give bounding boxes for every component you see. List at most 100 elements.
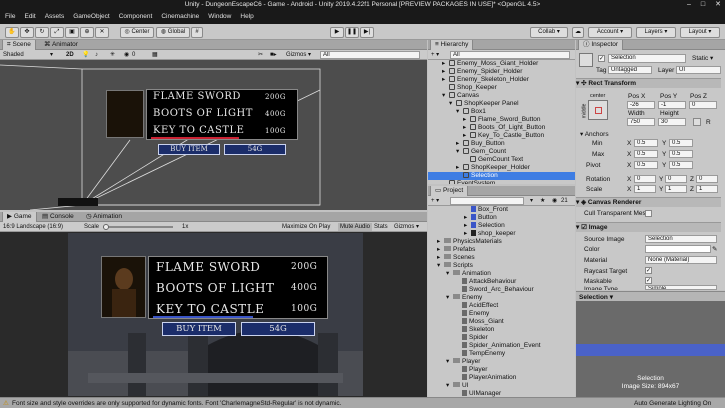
hierarchy-item[interactable]: Shop_Keeper xyxy=(428,84,575,92)
expand-arrow-closed-icon[interactable]: ▸ xyxy=(463,116,470,124)
rotation-x-field[interactable]: 0 xyxy=(634,175,656,183)
layers-button[interactable]: Layers ▾ xyxy=(636,27,676,38)
menu-gameobject[interactable]: GameObject xyxy=(73,10,110,24)
project-item[interactable]: Enemy xyxy=(428,310,575,318)
expand-arrow-open-icon[interactable]: ▾ xyxy=(446,358,453,366)
raycast-target-checkbox[interactable]: ✓ xyxy=(645,267,652,274)
project-item[interactable]: Sword_Arc_Behaviour xyxy=(428,286,575,294)
status-message[interactable]: Font size and style overrides are only s… xyxy=(12,400,341,407)
shading-dropdown[interactable]: Shaded xyxy=(3,51,24,59)
expand-arrow-closed-icon[interactable]: ▸ xyxy=(442,60,449,68)
hierarchy-item[interactable]: ▾ Box1 xyxy=(428,108,575,116)
expand-arrow-closed-icon[interactable]: ▸ xyxy=(442,76,449,84)
max-y-field[interactable]: 0.5 xyxy=(669,150,693,158)
account-button[interactable]: Account ▾ xyxy=(588,27,632,38)
lighting-icon[interactable]: 💡 xyxy=(82,51,89,59)
rect-tool-icon[interactable]: ▣ xyxy=(65,27,79,38)
tab-hierarchy[interactable]: ≡ Hierarchy xyxy=(430,40,474,50)
expand-arrow-closed-icon[interactable]: ▸ xyxy=(464,222,471,230)
static-dropdown[interactable]: Static ▾ xyxy=(692,54,713,62)
item-key-to-castle[interactable]: KEY TO CASTLE xyxy=(156,302,264,316)
hierarchy-create-button[interactable]: + ▾ xyxy=(431,51,439,59)
audio-icon[interactable]: ♪ xyxy=(95,51,98,59)
maximize-on-play-toggle[interactable]: Maximize On Play xyxy=(282,223,330,231)
height-field[interactable]: 30 xyxy=(658,118,686,126)
tab-game[interactable]: ▶ Game xyxy=(2,212,37,222)
hierarchy-item[interactable]: ▸ Key_To_Castle_Button xyxy=(428,132,575,140)
menu-cinemachine[interactable]: Cinemachine xyxy=(161,10,199,24)
grid-icon[interactable]: ▦ xyxy=(152,51,158,59)
rotation-z-field[interactable]: 0 xyxy=(696,175,718,183)
project-item[interactable]: ▸ Scenes xyxy=(428,254,575,262)
pivot-x-field[interactable]: 0.5 xyxy=(634,161,658,169)
favorite-icon[interactable]: ★ xyxy=(540,197,545,205)
grid-snap-icon[interactable]: # xyxy=(191,27,203,38)
pivot-center-toggle[interactable]: ◎ Center xyxy=(120,27,154,38)
project-create-button[interactable]: + ▾ xyxy=(431,197,439,205)
menu-window[interactable]: Window xyxy=(208,10,231,24)
hierarchy-item[interactable]: ▸ ShopKeeper_Holder xyxy=(428,164,575,172)
menu-edit[interactable]: Edit xyxy=(24,10,35,24)
tab-animator[interactable]: ⌘ Animator xyxy=(40,40,82,50)
color-swatch[interactable] xyxy=(645,245,711,253)
maskable-checkbox[interactable]: ✓ xyxy=(645,277,652,284)
hierarchy-item[interactable]: ▸ Flame_Sword_Button xyxy=(428,116,575,124)
project-item[interactable]: ▸ PhysicsMaterials xyxy=(428,238,575,246)
project-item[interactable]: TempEnemy xyxy=(428,350,575,358)
hierarchy-item[interactable]: ▾ ShopKeeper Panel xyxy=(428,100,575,108)
hierarchy-item[interactable]: EventSystem xyxy=(428,180,575,184)
project-item[interactable]: ▸ Prefabs xyxy=(428,246,575,254)
rotate-tool-icon[interactable]: ↻ xyxy=(35,27,49,38)
hierarchy-item[interactable]: ▸ Enemy_Moss_Giant_Holder xyxy=(428,60,575,68)
image-type-dropdown[interactable]: Simple xyxy=(645,285,717,290)
tab-scene[interactable]: ⌗ Scene xyxy=(2,40,36,50)
transform-tool-icon[interactable]: ⊕ xyxy=(80,27,94,38)
project-item[interactable]: ▾ Enemy xyxy=(428,294,575,302)
pos-z-field[interactable]: 0 xyxy=(689,101,717,109)
rotation-y-field[interactable]: 0 xyxy=(665,175,687,183)
project-item[interactable]: Spider xyxy=(428,334,575,342)
hierarchy-item[interactable]: GemCount Text xyxy=(428,156,575,164)
game-gizmos-dropdown[interactable]: Gizmos ▾ xyxy=(394,223,419,231)
eyedropper-icon[interactable]: ✎ xyxy=(712,245,717,253)
stats-toggle[interactable]: Stats xyxy=(374,223,388,231)
scene-viewport[interactable]: FLAME SWORD 200G BOOTS OF LIGHT 400G KEY… xyxy=(0,60,427,210)
menu-help[interactable]: Help xyxy=(240,10,253,24)
min-x-field[interactable]: 0.5 xyxy=(634,139,658,147)
expand-arrow-closed-icon[interactable]: ▸ xyxy=(464,214,471,222)
blueprint-mode-icon[interactable] xyxy=(693,118,701,126)
project-item[interactable]: AcidEffect xyxy=(428,302,575,310)
cull-transparent-checkbox[interactable] xyxy=(645,210,652,217)
global-toggle[interactable]: ◍ Global xyxy=(156,27,190,38)
project-search-input[interactable] xyxy=(450,197,524,205)
close-button[interactable]: ✕ xyxy=(712,0,724,10)
expand-arrow-open-icon[interactable]: ▾ xyxy=(442,92,449,100)
preview-dropdown[interactable]: Selection ▾ xyxy=(579,293,613,301)
custom-tool-icon[interactable]: ✕ xyxy=(95,27,109,38)
expand-arrow-closed-icon[interactable]: ▸ xyxy=(437,246,444,254)
pivot-y-field[interactable]: 0.5 xyxy=(669,161,693,169)
scene-gizmos-dropdown[interactable]: Gizmos ▾ xyxy=(286,51,311,59)
raw-edit-button[interactable]: R xyxy=(706,119,711,126)
collab-button[interactable]: Collab ▾ xyxy=(530,27,568,38)
anchor-presets-icon[interactable] xyxy=(588,100,608,120)
layer-dropdown[interactable]: UI xyxy=(676,66,721,74)
min-y-field[interactable]: 0.5 xyxy=(669,139,693,147)
expand-arrow-open-icon[interactable]: ▾ xyxy=(446,270,453,278)
project-item[interactable]: ▸ shop_keeper xyxy=(428,230,575,238)
expand-arrow-open-icon[interactable]: ▾ xyxy=(456,108,463,116)
source-image-field[interactable]: Selection xyxy=(645,235,717,243)
menu-assets[interactable]: Assets xyxy=(45,10,65,24)
item-flame-sword[interactable]: FLAME SWORD xyxy=(156,260,260,274)
project-item[interactable]: ▾ UI xyxy=(428,382,575,390)
auto-lighting-status[interactable]: Auto Generate Lighting On xyxy=(634,400,711,407)
hidden-packages-icon[interactable]: ◉ xyxy=(552,197,557,205)
tag-dropdown[interactable]: Untagged xyxy=(608,66,652,74)
tab-project[interactable]: ▭ Project xyxy=(430,186,469,196)
move-tool-icon[interactable]: ✥ xyxy=(20,27,34,38)
project-item[interactable]: ▸ Button xyxy=(428,214,575,222)
project-item[interactable]: AttackBehaviour xyxy=(428,278,575,286)
buy-item-button[interactable]: BUY ITEM xyxy=(162,322,236,336)
scale-slider[interactable] xyxy=(103,226,173,228)
expand-arrow-closed-icon[interactable]: ▸ xyxy=(437,254,444,262)
